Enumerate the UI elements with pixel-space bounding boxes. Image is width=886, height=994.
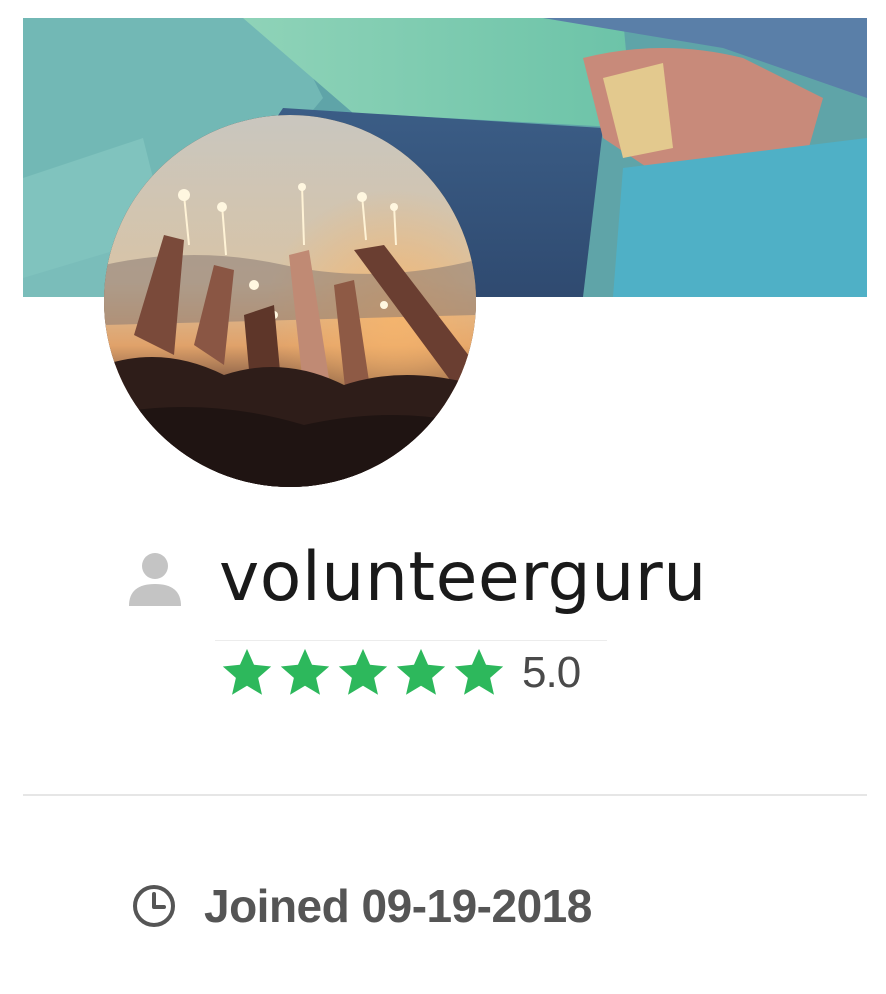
star-icon — [392, 644, 450, 702]
profile-page: volunteerguru 5.0 Joined 09-19-2018 — [0, 0, 886, 994]
user-icon — [125, 548, 185, 608]
joined-date: Joined 09-19-2018 — [204, 880, 592, 932]
star-icon — [218, 644, 276, 702]
rating: 5.0 — [218, 643, 581, 703]
section-divider — [23, 794, 867, 796]
name-underline — [215, 640, 607, 642]
star-icon — [334, 644, 392, 702]
star-icon — [276, 644, 334, 702]
avatar-image — [104, 115, 476, 487]
rating-value: 5.0 — [522, 648, 581, 697]
joined-row: Joined 09-19-2018 — [130, 876, 592, 936]
profile-avatar[interactable] — [104, 115, 476, 487]
username: volunteerguru — [219, 538, 707, 617]
star-icon — [450, 644, 508, 702]
clock-icon — [130, 882, 178, 930]
